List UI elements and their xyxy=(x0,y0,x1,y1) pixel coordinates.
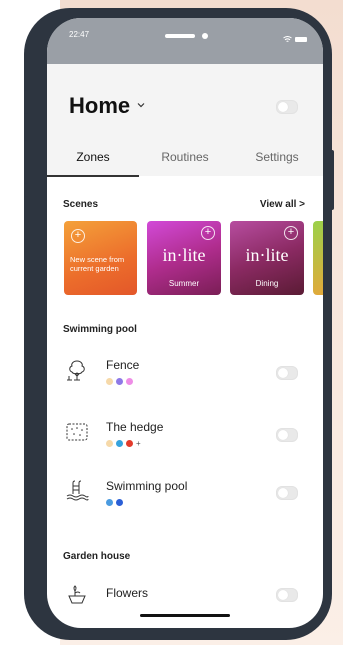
section-heading: Garden house xyxy=(63,551,131,562)
scenes-heading: Scenes xyxy=(63,199,99,210)
scene-card-partial[interactable] xyxy=(313,221,323,295)
light-dots: + xyxy=(106,439,141,448)
pool-ladder-icon xyxy=(65,478,89,502)
color-dot xyxy=(106,378,113,385)
zone-name: Fence xyxy=(106,358,140,372)
scene-caption: New scene from current garden xyxy=(70,255,125,273)
scene-card-summer[interactable]: + in·lite Summer xyxy=(147,221,221,295)
tree-icon xyxy=(65,358,89,382)
status-time: 22:47 xyxy=(69,30,90,39)
side-button xyxy=(24,90,28,114)
side-button xyxy=(330,150,334,210)
zone-name: Flowers xyxy=(106,586,149,600)
zone-row[interactable]: Swimming pool xyxy=(47,470,323,514)
scene-card-new[interactable]: + New scene from current garden xyxy=(64,221,137,295)
color-dot xyxy=(106,440,113,447)
light-dots xyxy=(106,378,133,385)
tab-routines[interactable]: Routines xyxy=(139,146,231,176)
color-dot xyxy=(126,378,133,385)
zone-row[interactable]: Flowers xyxy=(47,574,323,614)
scene-card-dining[interactable]: + in·lite Dining xyxy=(230,221,304,295)
zone-toggle[interactable] xyxy=(276,428,298,442)
color-dot xyxy=(116,378,123,385)
scene-brand: in·lite xyxy=(245,245,289,265)
tab-settings[interactable]: Settings xyxy=(231,146,323,176)
zone-toggle[interactable] xyxy=(276,366,298,380)
status-pill xyxy=(165,34,195,38)
battery-icon xyxy=(295,36,307,42)
light-dots xyxy=(106,499,123,506)
app-screen: 22:47 Home Zones Routines Settings Scene… xyxy=(47,18,323,628)
home-selector[interactable]: Home xyxy=(69,93,146,119)
zone-row[interactable]: Fence xyxy=(47,348,323,392)
zone-toggle[interactable] xyxy=(276,588,298,602)
scene-caption: Summer xyxy=(168,279,200,288)
page-title: Home xyxy=(69,93,131,118)
zone-name: The hedge xyxy=(106,420,164,434)
color-dot xyxy=(116,499,123,506)
tab-zones[interactable]: Zones xyxy=(47,146,139,176)
section-heading: Swimming pool xyxy=(63,324,137,335)
status-bar: 22:47 xyxy=(47,18,323,64)
side-button xyxy=(24,140,28,184)
zone-toggle[interactable] xyxy=(276,486,298,500)
plus-icon: + xyxy=(201,226,215,240)
wifi-icon xyxy=(283,30,292,48)
zone-name: Swimming pool xyxy=(106,479,188,493)
plus-icon: + xyxy=(71,229,85,243)
zone-row[interactable]: The hedge + xyxy=(47,410,323,454)
view-all-link[interactable]: View all > xyxy=(260,199,305,210)
chevron-down-icon xyxy=(136,97,146,115)
tab-underline xyxy=(47,175,139,177)
status-icons xyxy=(283,30,307,48)
scene-caption: Dining xyxy=(255,279,279,288)
master-toggle[interactable] xyxy=(276,100,298,114)
color-dot xyxy=(126,440,133,447)
more-lights-indicator: + xyxy=(136,439,141,448)
home-indicator xyxy=(140,614,230,617)
hedge-icon xyxy=(65,420,89,444)
flowers-icon xyxy=(65,582,89,606)
color-dot xyxy=(116,440,123,447)
scene-brand: in·lite xyxy=(162,245,206,265)
side-button xyxy=(24,196,28,240)
plus-icon: + xyxy=(284,226,298,240)
color-dot xyxy=(106,499,113,506)
status-dot xyxy=(202,33,208,39)
tab-bar: Zones Routines Settings xyxy=(47,146,323,176)
